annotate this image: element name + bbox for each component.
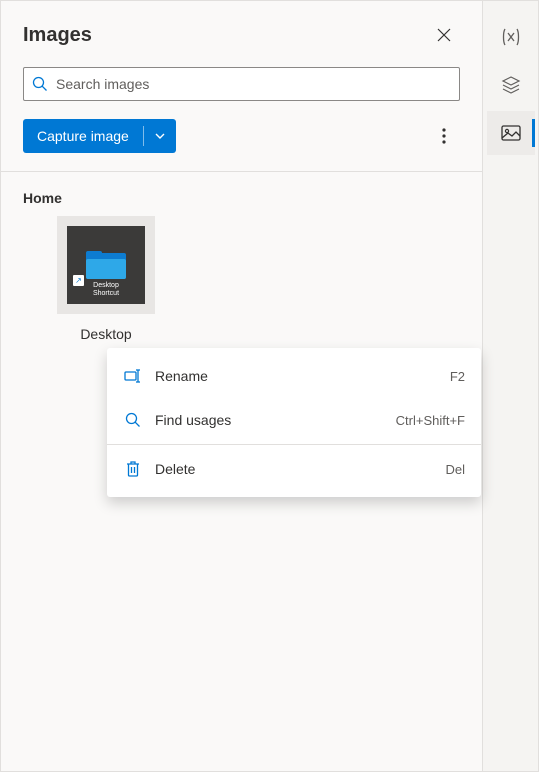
panel-header: Images [1, 1, 482, 59]
capture-image-button[interactable]: Capture image [23, 119, 176, 153]
search-icon [32, 76, 48, 92]
images-panel: Images Capture image Home [1, 1, 482, 771]
capture-button-label: Capture image [23, 128, 143, 144]
image-thumbnail[interactable]: ↗ Desktop Shortcut [57, 216, 155, 314]
menu-label: Find usages [155, 412, 396, 428]
close-icon [437, 28, 451, 42]
folder-heading: Home [23, 190, 460, 206]
variables-icon [501, 28, 521, 46]
close-button[interactable] [428, 19, 460, 51]
menu-shortcut: F2 [450, 369, 465, 384]
rail-item-images[interactable] [487, 111, 535, 155]
context-menu: Rename F2 Find usages Ctrl+Shift+F Delet… [107, 348, 481, 497]
search-icon [123, 412, 143, 428]
menu-divider [107, 444, 481, 445]
menu-shortcut: Del [445, 462, 465, 477]
menu-label: Rename [155, 368, 450, 384]
more-options-button[interactable] [428, 120, 460, 152]
action-row: Capture image [1, 101, 482, 171]
thumbnail-preview: ↗ Desktop Shortcut [67, 226, 145, 304]
side-rail [482, 1, 538, 771]
menu-item-find-usages[interactable]: Find usages Ctrl+Shift+F [107, 398, 481, 442]
rail-item-variables[interactable] [487, 15, 535, 59]
trash-icon [123, 461, 143, 477]
more-vertical-icon [442, 128, 446, 144]
content-area: Home ↗ Desktop Shortcut Desktop [1, 172, 482, 360]
capture-dropdown-button[interactable] [144, 130, 176, 142]
search-box[interactable] [23, 67, 460, 101]
panel-title: Images [23, 24, 92, 47]
menu-item-delete[interactable]: Delete Del [107, 447, 481, 491]
rename-icon [123, 369, 143, 383]
search-input[interactable] [56, 76, 451, 92]
search-row [1, 59, 482, 101]
layers-icon [501, 76, 521, 94]
images-icon [501, 125, 521, 141]
menu-shortcut: Ctrl+Shift+F [396, 413, 465, 428]
thumbnail-inner-caption: Desktop Shortcut [67, 282, 145, 298]
folder-icon [86, 251, 126, 279]
image-name: Desktop [80, 326, 131, 342]
rail-item-layers[interactable] [487, 63, 535, 107]
menu-label: Delete [155, 461, 445, 477]
image-item[interactable]: ↗ Desktop Shortcut Desktop [57, 216, 155, 342]
menu-item-rename[interactable]: Rename F2 [107, 354, 481, 398]
chevron-down-icon [154, 130, 166, 142]
